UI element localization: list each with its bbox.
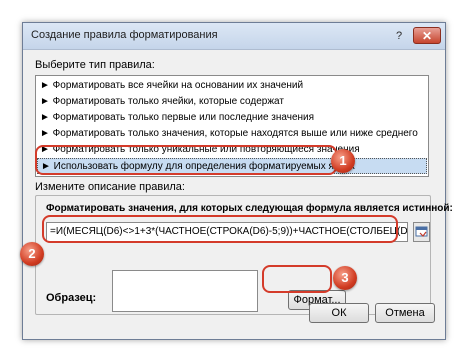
collapse-dialog-button[interactable]: [413, 222, 430, 242]
highlight-format-button: [262, 265, 332, 293]
callout-badge-1: 1: [331, 149, 355, 173]
rule-type-label: Выберите тип правила:: [35, 59, 155, 71]
title-bar: Создание правила форматирования ? ✕: [23, 23, 445, 50]
preview-label: Образец:: [46, 292, 97, 304]
ok-button[interactable]: ОК: [309, 303, 369, 323]
description-label: Измените описание правила:: [35, 181, 185, 193]
rule-type-item[interactable]: ► Форматировать только значения, которые…: [40, 126, 418, 142]
rule-description-panel: Форматировать значения, для которых след…: [35, 195, 453, 315]
help-button[interactable]: ?: [389, 28, 409, 44]
preview-box: [112, 270, 258, 312]
callout-badge-3: 3: [333, 266, 357, 290]
highlight-formula-rule: [35, 145, 337, 175]
dialog-title: Создание правила форматирования: [31, 29, 218, 41]
callout-badge-2: 2: [20, 242, 44, 266]
rule-type-item[interactable]: ► Форматировать только первые или послед…: [40, 110, 314, 126]
formula-label: Форматировать значения, для которых след…: [46, 203, 453, 214]
close-button[interactable]: ✕: [413, 27, 441, 44]
rule-type-item[interactable]: ► Форматировать все ячейки на основании …: [40, 78, 303, 94]
new-formatting-rule-dialog: Создание правила форматирования ? ✕ Выбе…: [22, 22, 453, 340]
range-select-icon: [415, 226, 428, 237]
cancel-button[interactable]: Отмена: [375, 303, 435, 323]
highlight-formula-input: [42, 215, 398, 243]
rule-type-item[interactable]: ► Форматировать только ячейки, которые с…: [40, 94, 284, 110]
